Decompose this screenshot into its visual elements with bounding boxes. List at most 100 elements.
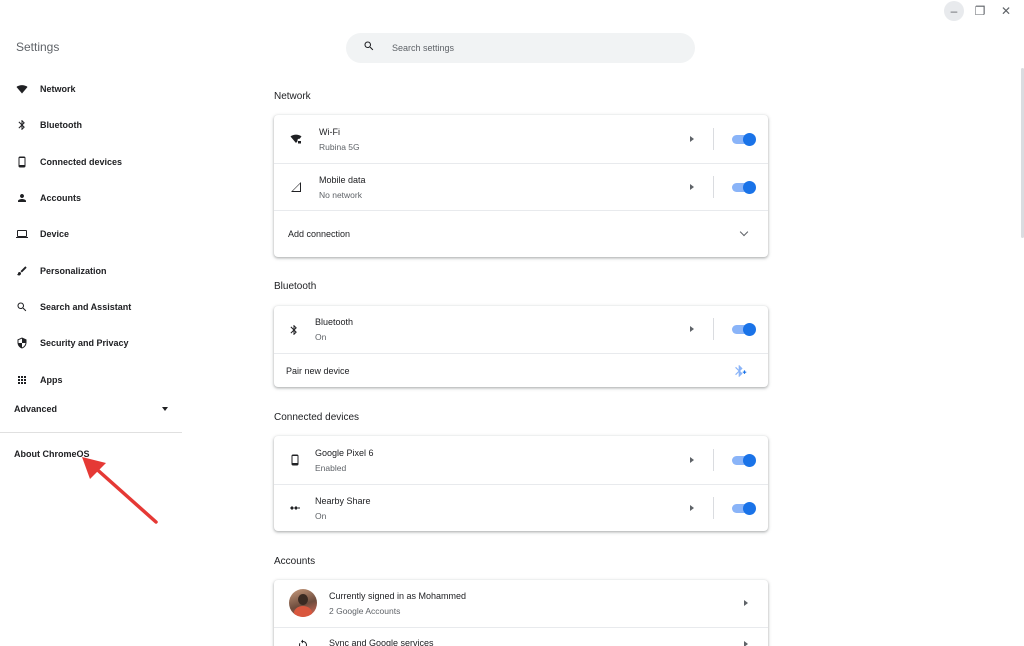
- google-pixel-toggle[interactable]: [732, 454, 756, 467]
- chevron-right-icon[interactable]: [690, 136, 694, 142]
- chevron-down-icon[interactable]: [739, 227, 749, 237]
- bluetooth-status: On: [315, 332, 327, 342]
- search-input[interactable]: [392, 43, 672, 53]
- mobile-data-status: No network: [319, 189, 362, 200]
- sidebar-item-about-chromeos[interactable]: About ChromeOS: [14, 449, 90, 459]
- avatar: [289, 589, 317, 617]
- chevron-right-icon[interactable]: [744, 641, 748, 646]
- wifi-row[interactable]: Wi-Fi Rubina 5G: [274, 115, 768, 163]
- wifi-text: Wi-Fi Rubina 5G: [319, 127, 360, 152]
- device-name: Google Pixel 6: [315, 447, 374, 458]
- section-title-bluetooth: Bluetooth: [274, 281, 317, 292]
- sidebar-item-label: Device: [40, 229, 70, 240]
- close-icon[interactable]: ✕: [996, 1, 1016, 21]
- row-separator: [713, 176, 714, 198]
- bluetooth-add-icon[interactable]: [734, 364, 748, 378]
- chevron-right-icon[interactable]: [690, 505, 694, 511]
- row-separator: [713, 449, 714, 471]
- sidebar-item-bluetooth[interactable]: Bluetooth: [0, 107, 182, 143]
- bluetooth-icon: [287, 323, 301, 337]
- sync-icon: [296, 638, 310, 646]
- sidebar-item-label: Personalization: [40, 265, 107, 276]
- sidebar-item-label: Network: [40, 84, 76, 95]
- nearby-share-icon: [288, 501, 302, 515]
- shield-icon: [15, 336, 29, 350]
- search-icon: [363, 39, 375, 57]
- bluetooth-label: Bluetooth: [315, 317, 354, 327]
- wifi-label: Wi-Fi: [319, 126, 340, 137]
- sidebar-item-label: Bluetooth: [40, 120, 82, 131]
- mobile-data-text: Mobile data No network: [319, 175, 366, 200]
- bluetooth-card: Bluetooth On Pair new device: [274, 306, 768, 387]
- signed-in-label: Currently signed in as Mohammed: [329, 591, 467, 601]
- mobile-data-label: Mobile data: [319, 174, 366, 185]
- sidebar-item-security-and-privacy[interactable]: Security and Privacy: [0, 325, 182, 361]
- sync-row[interactable]: Sync and Google services: [274, 627, 768, 646]
- search-bar[interactable]: [346, 33, 695, 63]
- laptop-icon: [15, 227, 29, 241]
- add-connection-label: Add connection: [288, 229, 351, 239]
- person-icon: [15, 191, 29, 205]
- google-pixel-text: Google Pixel 6 Enabled: [315, 448, 374, 473]
- row-separator: [713, 318, 714, 340]
- wifi-lock-icon: [289, 132, 303, 146]
- pair-new-device-row[interactable]: Pair new device: [274, 353, 768, 387]
- bluetooth-text: Bluetooth On: [315, 317, 353, 342]
- sidebar: Settings Network Bluetooth Connected dev…: [0, 0, 182, 646]
- sync-label: Sync and Google services: [329, 638, 434, 646]
- sidebar-item-device[interactable]: Device: [0, 216, 182, 252]
- mobile-data-row[interactable]: Mobile data No network: [274, 163, 768, 210]
- sidebar-item-label: Security and Privacy: [40, 338, 129, 349]
- sidebar-item-accounts[interactable]: Accounts: [0, 180, 182, 216]
- nearby-share-toggle[interactable]: [732, 502, 756, 515]
- brush-icon: [15, 264, 29, 278]
- add-connection-row[interactable]: Add connection: [274, 210, 768, 257]
- phone-icon: [15, 155, 29, 169]
- signed-in-row[interactable]: Currently signed in as Mohammed 2 Google…: [274, 580, 768, 627]
- bluetooth-icon: [15, 118, 29, 132]
- bluetooth-toggle[interactable]: [732, 323, 756, 336]
- pair-new-device-label: Pair new device: [286, 365, 350, 376]
- sidebar-item-connected-devices[interactable]: Connected devices: [0, 144, 182, 180]
- phone-icon: [288, 453, 302, 467]
- bluetooth-row[interactable]: Bluetooth On: [274, 306, 768, 353]
- sidebar-nav: Network Bluetooth Connected devices Acco…: [0, 71, 182, 398]
- nearby-share-text: Nearby Share On: [315, 496, 371, 521]
- sidebar-item-label: Search and Assistant: [40, 301, 132, 312]
- window-controls: – ❐ ✕: [944, 0, 1024, 22]
- sidebar-item-network[interactable]: Network: [0, 71, 182, 107]
- mobile-data-toggle[interactable]: [732, 181, 756, 194]
- sidebar-item-search-and-assistant[interactable]: Search and Assistant: [0, 289, 182, 325]
- sidebar-item-personalization[interactable]: Personalization: [0, 252, 182, 288]
- signal-icon: [289, 180, 303, 194]
- nearby-share-row[interactable]: Nearby Share On: [274, 484, 768, 531]
- signed-in-text: Currently signed in as Mohammed 2 Google…: [329, 591, 466, 616]
- row-separator: [713, 497, 714, 519]
- wifi-toggle[interactable]: [732, 133, 756, 146]
- advanced-label: Advanced: [14, 404, 58, 414]
- chevron-right-icon[interactable]: [690, 457, 694, 463]
- section-title-connected-devices: Connected devices: [274, 412, 360, 423]
- connected-devices-card: Google Pixel 6 Enabled Nearby Share On: [274, 436, 768, 531]
- apps-grid-icon: [15, 373, 29, 387]
- sync-text: Sync and Google services: [329, 638, 434, 646]
- accounts-card: Currently signed in as Mohammed 2 Google…: [274, 580, 768, 646]
- row-separator: [713, 128, 714, 150]
- nearby-share-status: On: [315, 510, 327, 521]
- sidebar-item-label: Apps: [40, 374, 63, 385]
- sidebar-advanced-toggle[interactable]: Advanced: [14, 404, 168, 414]
- device-status: Enabled: [315, 462, 347, 473]
- google-pixel-row[interactable]: Google Pixel 6 Enabled: [274, 436, 768, 484]
- app-title: Settings: [16, 40, 60, 54]
- restore-icon[interactable]: ❐: [970, 1, 990, 21]
- chevron-right-icon[interactable]: [690, 326, 694, 332]
- sidebar-item-apps[interactable]: Apps: [0, 361, 182, 397]
- chevron-right-icon[interactable]: [744, 600, 748, 606]
- chevron-down-icon: [162, 407, 168, 411]
- minimize-icon[interactable]: –: [944, 1, 964, 21]
- sidebar-divider: [0, 432, 182, 433]
- annotation-arrow: [82, 457, 158, 524]
- chevron-right-icon[interactable]: [690, 184, 694, 190]
- wifi-network-name: Rubina 5G: [319, 141, 360, 152]
- wifi-icon: [15, 82, 29, 96]
